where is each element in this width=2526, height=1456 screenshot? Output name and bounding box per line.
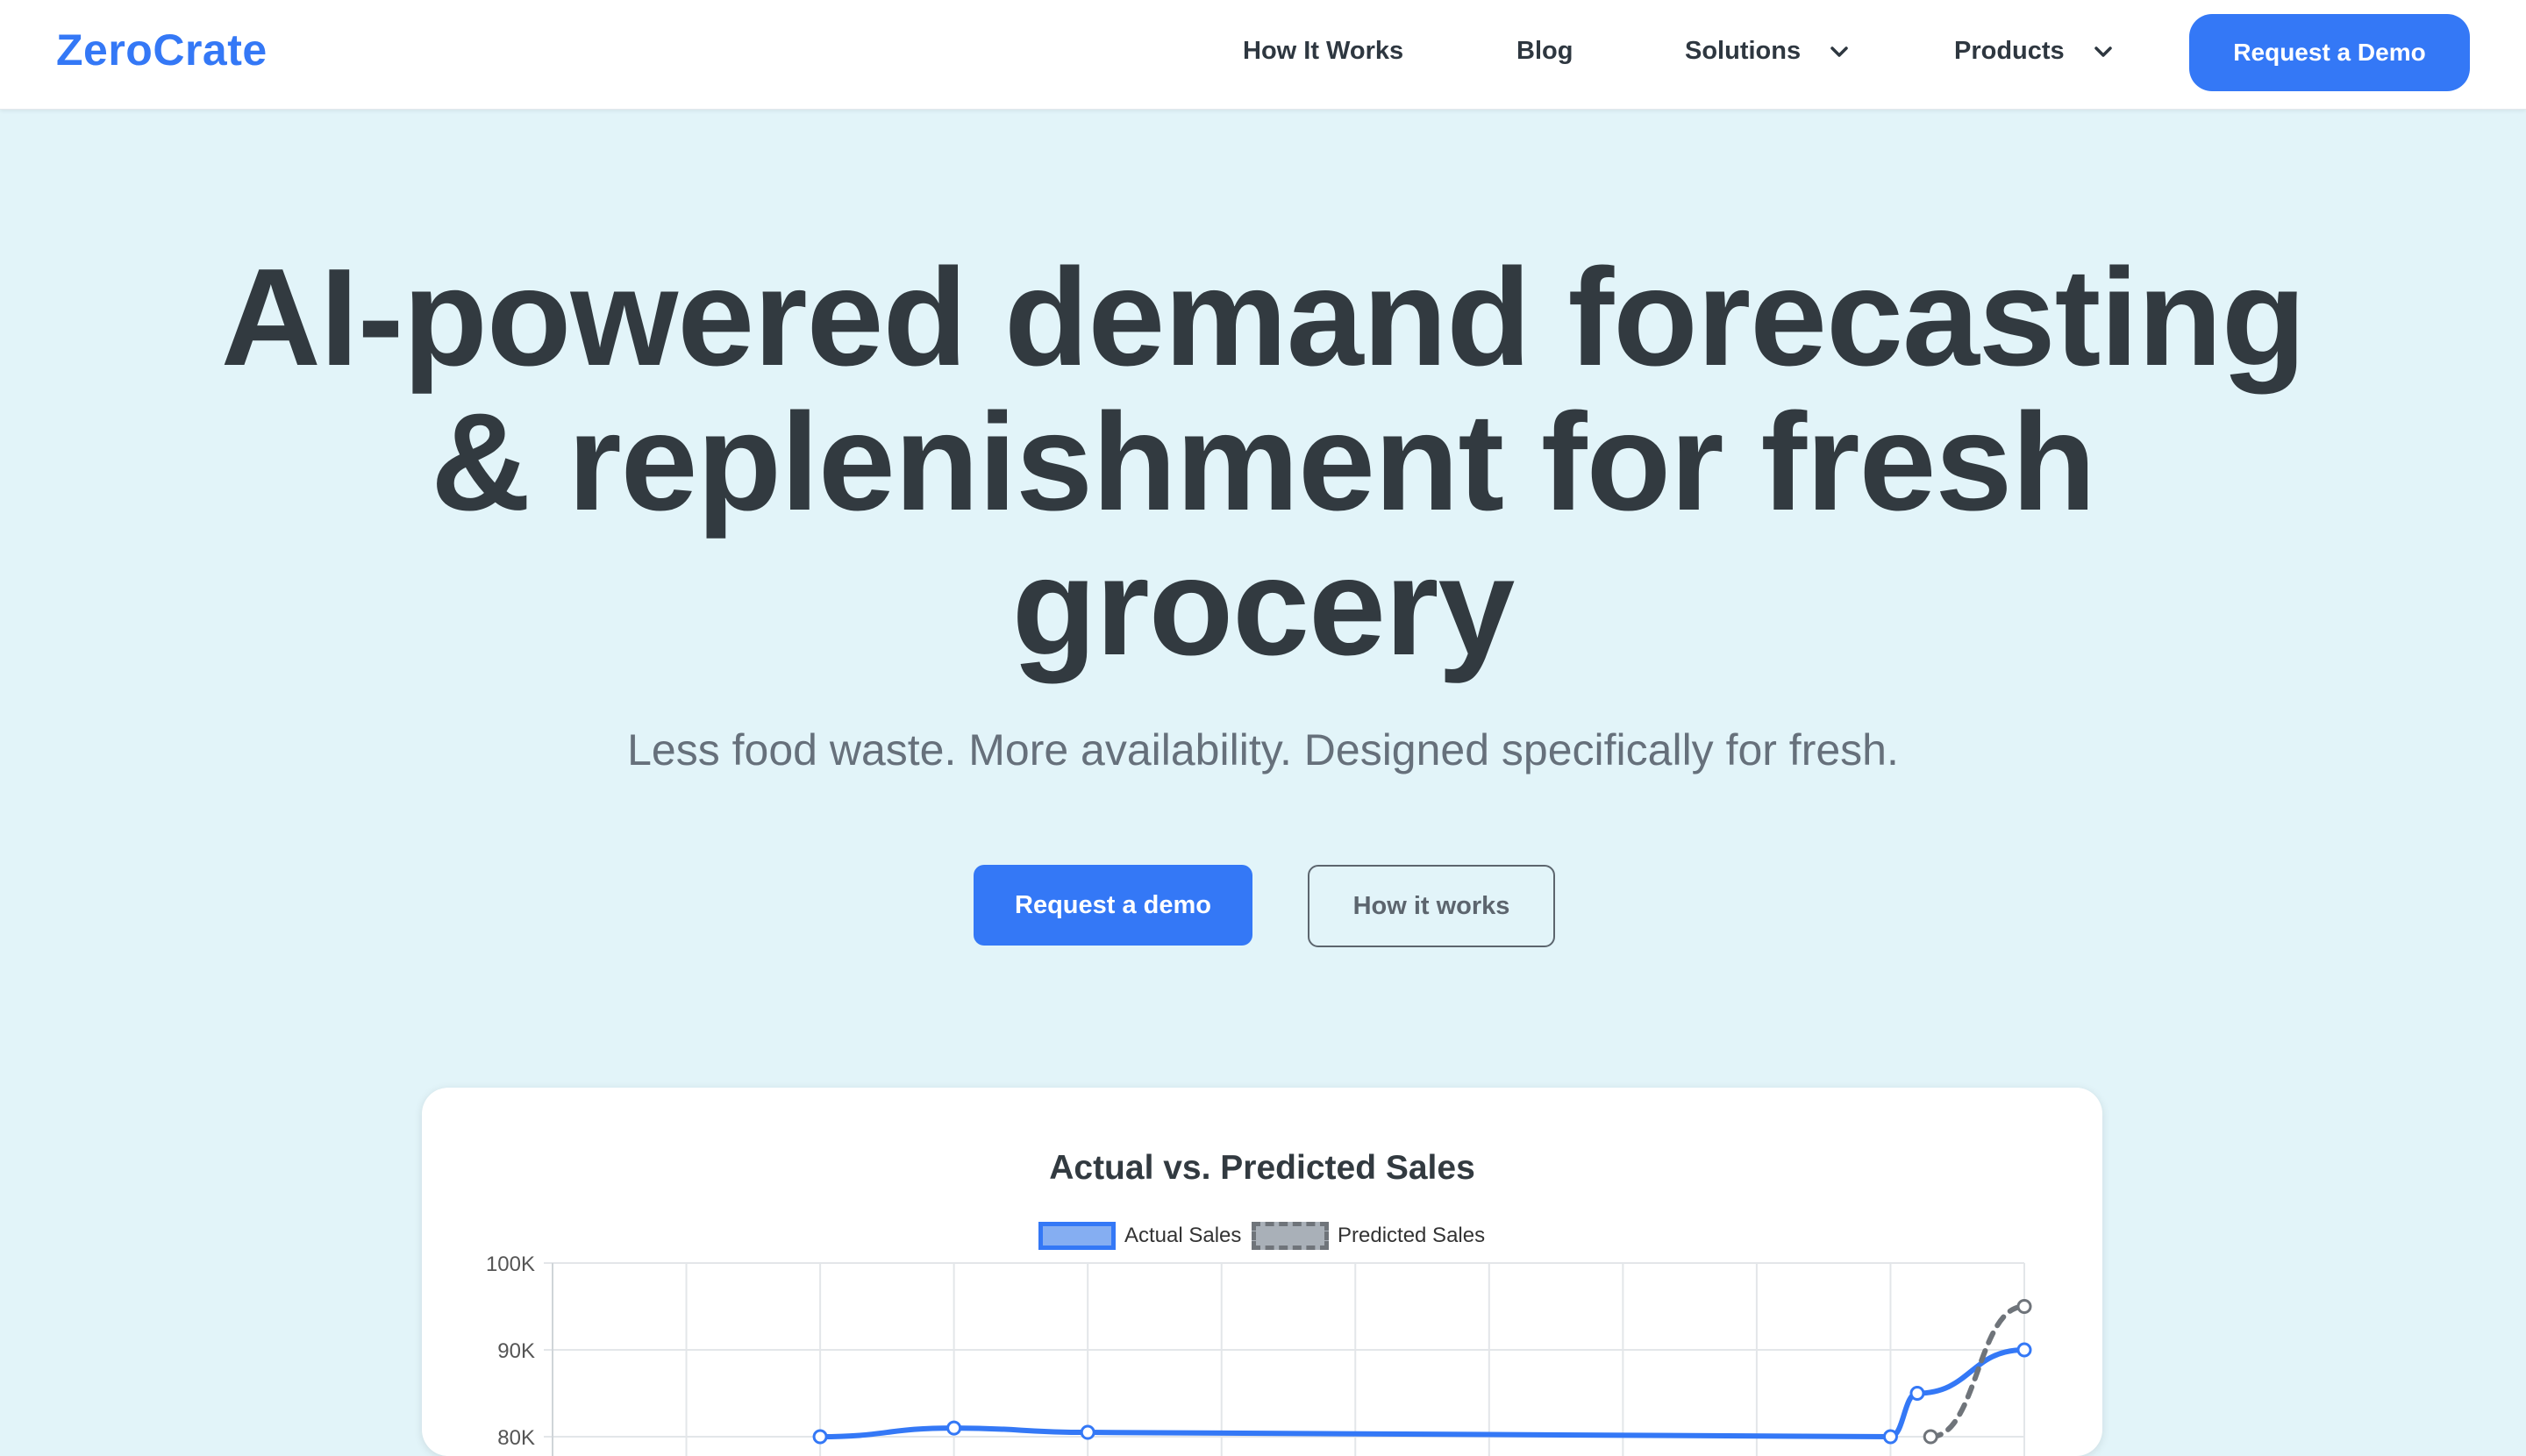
actual-sales-point [1080, 1424, 1095, 1440]
actual-sales-point [812, 1429, 828, 1445]
hero-title: AI-powered demand forecasting & replenis… [220, 240, 2307, 684]
actual-sales-point [2016, 1342, 2032, 1358]
top-navbar: ZeroCrate How It Works Blog Solutions Pr… [0, 0, 2526, 110]
nav-how-it-works[interactable]: How It Works [1243, 37, 1403, 66]
actual-sales-point [1909, 1386, 1925, 1401]
chevron-down-icon [2094, 46, 2112, 57]
y-tick-label: 80K [497, 1426, 535, 1450]
nav-products[interactable]: Products [1954, 37, 2117, 66]
hero-subtitle: Less food waste. More availability. Desi… [627, 725, 1899, 774]
predicted-sales-point [2016, 1299, 2032, 1314]
actual-sales-point [946, 1420, 962, 1436]
nav-blog[interactable]: Blog [1516, 37, 1573, 66]
brand-logo[interactable]: ZeroCrate [56, 25, 268, 75]
nav-solutions[interactable]: Solutions [1685, 37, 1853, 66]
y-tick-label: 100K [486, 1253, 535, 1276]
nav-solutions-label: Solutions [1685, 37, 1802, 65]
chevron-down-icon [1830, 46, 1848, 57]
chart-card: Actual vs. Predicted Sales Actual Sales … [422, 1088, 2102, 1456]
request-demo-nav-button[interactable]: Request a Demo [2189, 14, 2470, 91]
actual-sales-point [1882, 1429, 1898, 1445]
request-demo-button[interactable]: Request a demo [974, 865, 1252, 946]
sales-line-chart: 100K 90K 80K [486, 1253, 2032, 1456]
y-tick-label: 90K [497, 1339, 535, 1363]
nav-products-label: Products [1954, 37, 2065, 65]
how-it-works-button[interactable]: How it works [1308, 865, 1555, 947]
actual-sales-line [817, 1347, 2027, 1440]
predicted-sales-line [1928, 1303, 2027, 1439]
predicted-sales-point [1923, 1429, 1938, 1445]
